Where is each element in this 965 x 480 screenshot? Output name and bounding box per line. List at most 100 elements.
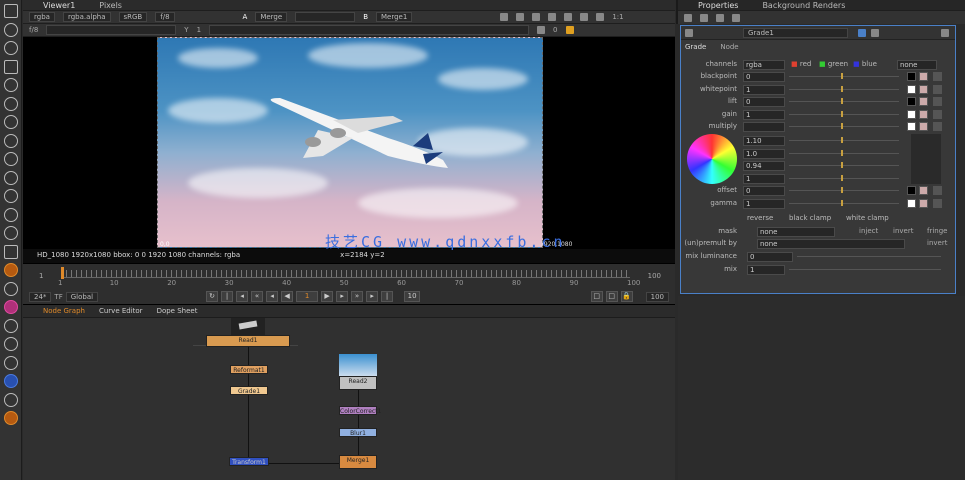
mix-luminance-field[interactable]: 0 xyxy=(747,252,793,262)
node-grade[interactable]: Grade1 xyxy=(230,386,268,395)
tab-grade[interactable]: Grade xyxy=(685,43,706,51)
plugin-icon[interactable] xyxy=(3,374,18,388)
end-frame-field[interactable]: 100 xyxy=(645,291,669,302)
input-b-dropdown[interactable]: Merge1 xyxy=(376,12,413,22)
timeline-ruler[interactable] xyxy=(61,270,630,278)
multiply-curve-icon[interactable] xyxy=(933,122,942,131)
green-checkbox[interactable]: ■ green xyxy=(819,60,848,68)
channel-tool-icon[interactable] xyxy=(3,59,18,74)
timeline-start[interactable]: 1 xyxy=(39,272,43,280)
fstop-value[interactable]: f/8 xyxy=(29,26,38,34)
white-clamp-checkbox[interactable]: white clamp xyxy=(846,214,889,222)
offset-picker-icon[interactable] xyxy=(919,186,928,195)
gain-field[interactable]: f/8 xyxy=(155,12,175,22)
tab-viewer[interactable]: Viewer1 xyxy=(43,0,75,10)
timeline[interactable]: 1 1 10 20 30 40 50 60 70 80 90 100 100 xyxy=(23,264,675,289)
wheel-channel-0-field[interactable]: 1.10 xyxy=(743,136,785,146)
views-tool-icon[interactable] xyxy=(3,189,18,203)
playhead[interactable] xyxy=(61,267,64,279)
blue-checkbox[interactable]: ■ blue xyxy=(853,60,877,68)
multiply-slider[interactable] xyxy=(789,123,899,129)
input-a-dropdown[interactable]: Merge xyxy=(255,12,288,22)
step-back-increment-button[interactable]: « xyxy=(251,291,264,302)
reverse-checkbox[interactable]: reverse xyxy=(747,214,773,222)
draw-tool-icon[interactable] xyxy=(3,22,18,37)
whitepoint-slider[interactable] xyxy=(789,85,899,92)
gamma-curve-icon[interactable] xyxy=(933,198,942,208)
wheel-channel-2-slider[interactable] xyxy=(789,162,899,168)
gain-picker-icon[interactable] xyxy=(919,109,928,119)
time-tool-icon[interactable] xyxy=(3,41,18,55)
other-tool-icon[interactable] xyxy=(3,244,18,259)
black-clamp-checkbox[interactable]: black clamp xyxy=(789,214,831,222)
collapse-icon[interactable] xyxy=(685,29,693,37)
layer-dropdown[interactable]: rgba.alpha xyxy=(62,12,111,22)
lock-icon[interactable]: 🔒 xyxy=(620,291,633,302)
fringe-checkbox[interactable]: fringe xyxy=(927,227,947,235)
gain-curve-icon[interactable] xyxy=(933,109,942,119)
increment-field[interactable]: 10 xyxy=(404,291,421,302)
close-icon[interactable] xyxy=(941,29,949,37)
step-forward-increment-button[interactable]: » xyxy=(351,291,364,302)
rgb-sliders[interactable] xyxy=(911,134,941,184)
colorspace-dropdown[interactable]: sRGB xyxy=(118,12,148,22)
overlay-icon[interactable] xyxy=(548,13,557,21)
whitepoint-curve-icon[interactable] xyxy=(933,84,942,94)
max-panels-icon[interactable] xyxy=(684,13,692,22)
wipe-icon[interactable] xyxy=(564,13,573,21)
wheel-channel-2-field[interactable]: 0.94 xyxy=(743,161,785,171)
unpremult-dropdown[interactable]: none xyxy=(757,239,905,249)
tab-pixels[interactable]: Pixels xyxy=(99,0,122,10)
blackpoint-field[interactable]: 0 xyxy=(743,72,785,82)
node-color-icon[interactable] xyxy=(858,29,866,37)
red-checkbox[interactable]: ■ red xyxy=(791,60,811,68)
lift-field[interactable]: 0 xyxy=(743,97,785,107)
gain-slider[interactable] xyxy=(46,25,177,35)
first-frame-button[interactable]: | xyxy=(221,291,234,302)
in-point-button[interactable]: □ xyxy=(590,291,603,302)
step-back-button[interactable]: ◂ xyxy=(266,291,279,302)
gain-slider[interactable] xyxy=(789,110,899,117)
wheel-channel-3-slider[interactable] xyxy=(789,174,899,181)
offset-color-swatch[interactable] xyxy=(907,186,916,195)
node-colorcorrect[interactable]: ColorCorrect1 xyxy=(339,406,381,415)
whitepoint-field[interactable]: 1 xyxy=(743,84,785,95)
inject-checkbox[interactable]: inject xyxy=(859,227,878,235)
mix-field[interactable]: 1 xyxy=(747,265,785,275)
node-reformat[interactable]: Reformat1 xyxy=(230,365,268,374)
help-icon[interactable] xyxy=(871,29,879,37)
last-frame-button[interactable]: | xyxy=(381,291,394,302)
refresh-icon[interactable] xyxy=(580,13,589,21)
whitepoint-picker-icon[interactable] xyxy=(919,84,928,94)
play-backward-button[interactable]: ◀ xyxy=(281,291,294,302)
gamma-slider[interactable] xyxy=(209,25,530,35)
tab-dope-sheet[interactable]: Dope Sheet xyxy=(157,307,198,315)
gamma-field[interactable]: 1 xyxy=(743,198,785,209)
roi-icon[interactable] xyxy=(500,13,509,21)
wheel-channel-1-field[interactable]: 1.0 xyxy=(743,148,785,159)
merge-tool-icon[interactable] xyxy=(3,133,18,148)
offset-curve-icon[interactable] xyxy=(933,186,942,195)
node-transform[interactable]: Transform1 xyxy=(229,457,269,466)
timeline-end[interactable]: 100 xyxy=(648,272,661,280)
toolsets-icon[interactable] xyxy=(3,226,18,240)
gain-color-swatch[interactable] xyxy=(907,109,916,119)
lift-color-swatch[interactable] xyxy=(907,97,916,106)
gamma-color-swatch[interactable] xyxy=(907,198,916,208)
mix-luminance-slider[interactable] xyxy=(797,256,941,257)
transform-tool-icon[interactable] xyxy=(3,152,18,166)
deep-icon[interactable] xyxy=(3,318,18,333)
channels-dropdown[interactable]: rgba xyxy=(29,12,55,22)
multiply-picker-icon[interactable] xyxy=(919,122,928,131)
lift-curve-icon[interactable] xyxy=(933,97,942,106)
multiply-field[interactable] xyxy=(743,122,785,132)
smart-vector-icon[interactable] xyxy=(3,355,18,370)
tab-curve-editor[interactable]: Curve Editor xyxy=(99,307,143,315)
node-merge[interactable]: Merge1 xyxy=(339,455,377,469)
mask-dropdown[interactable]: none xyxy=(757,227,835,237)
proxy-icon[interactable] xyxy=(537,26,546,34)
lock-panel-icon[interactable] xyxy=(716,13,724,22)
time-mode[interactable]: TF xyxy=(54,293,62,301)
node-read1[interactable]: Read1 xyxy=(206,335,290,347)
tab-node[interactable]: Node xyxy=(720,43,738,51)
